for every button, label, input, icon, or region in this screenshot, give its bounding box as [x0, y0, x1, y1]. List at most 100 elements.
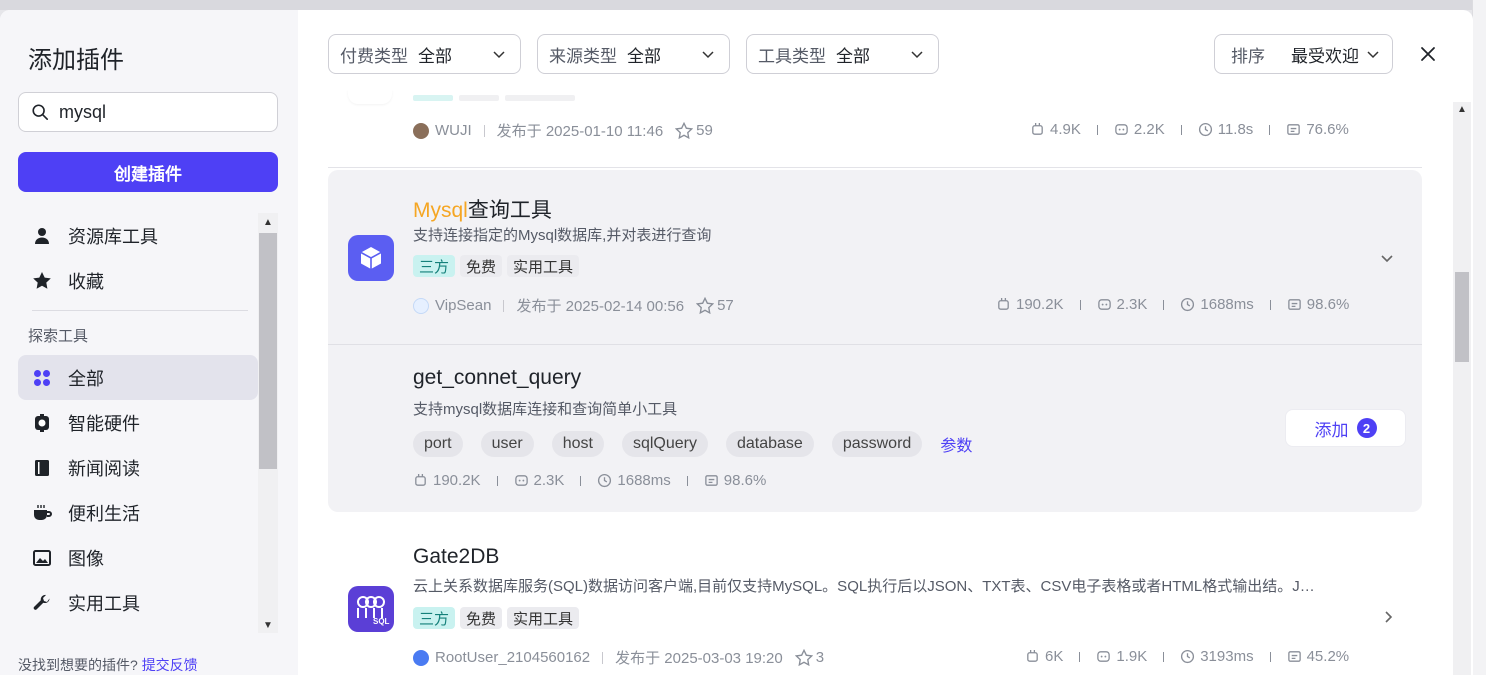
star-icon — [32, 271, 52, 291]
tag-row — [413, 95, 575, 101]
tool-stats: 190.2K 2.3K 1688ms 98.6% — [413, 472, 766, 489]
sidebar-item-label: 资源库工具 — [68, 226, 158, 247]
sidebar-item-label: 图像 — [68, 548, 104, 569]
sidebar-item-label: 智能硬件 — [68, 413, 140, 434]
sidebar-scrollbar[interactable]: ▲ ▼ — [258, 213, 278, 633]
tag-free: 免费 — [460, 607, 503, 629]
calls-stat: 6K — [1025, 648, 1063, 665]
filter-value: 全部 — [418, 46, 452, 66]
publish-date: 发布于 2025-03-03 19:20 — [615, 650, 783, 667]
author-name[interactable]: VipSean — [435, 297, 491, 314]
filter-tool-type[interactable]: 工具类型 全部 — [746, 34, 939, 74]
feedback-link[interactable]: 提交反馈 — [142, 657, 198, 673]
close-button[interactable] — [1416, 42, 1440, 66]
sort-select[interactable]: 排序 最受欢迎 — [1214, 34, 1393, 74]
clock-icon — [1198, 122, 1212, 137]
plugin-stats: 190.2K 2.3K 1688ms 98.6% — [996, 296, 1349, 313]
add-tool-button[interactable]: 添加 2 — [1285, 409, 1406, 447]
sidebar: 添加插件 创建插件 资源库工具 收藏 探索工具 全部 智能硬件 — [0, 10, 298, 675]
star-outline-icon — [696, 296, 715, 314]
chevron-down-icon — [1367, 51, 1379, 59]
expanded-plugin-group: Mysql查询工具 支持连接指定的Mysql数据库,并对表进行查询 三方 免费 实用… — [328, 170, 1422, 512]
category-list: 资源库工具 收藏 探索工具 全部 智能硬件 新闻阅读 便利生活 图像 实用工具 — [18, 213, 258, 633]
scroll-up-arrow[interactable]: ▲ — [263, 217, 273, 228]
avatar — [413, 297, 429, 314]
sidebar-item-all[interactable]: 全部 — [18, 355, 258, 400]
sidebar-item-favorites[interactable]: 收藏 — [18, 258, 258, 303]
plugin-card[interactable]: WUJI 发布于 2025-01-10 11:46 59 4.9K 2.2K 1… — [328, 90, 1422, 168]
divider — [32, 310, 248, 311]
close-icon — [1421, 47, 1435, 61]
clock-icon — [598, 473, 612, 488]
sidebar-item-label: 全部 — [68, 368, 104, 389]
clock-icon — [1181, 649, 1195, 664]
tag-category: 实用工具 — [507, 607, 580, 629]
param-list: port user host sqlQuery database passwor… — [413, 431, 972, 457]
tool-row: get_connet_query 支持mysql数据库连接和查询简单小工具 po… — [328, 346, 1422, 512]
param-chip: host — [551, 431, 604, 457]
plug-icon — [1027, 649, 1038, 662]
filter-label: 工具类型 — [758, 46, 826, 66]
tag-free: 免费 — [460, 255, 503, 277]
bots-stat: 2.2K — [1114, 121, 1165, 138]
plugin-card[interactable]: Mysql查询工具 支持连接指定的Mysql数据库,并对表进行查询 三方 免费 实用… — [328, 170, 1422, 345]
chevron-down-icon[interactable] — [1379, 250, 1395, 266]
main-panel: 付费类型 全部 来源类型 全部 工具类型 全部 排序 最受欢迎 WUJI 发布于… — [298, 10, 1473, 675]
filter-pay-type[interactable]: 付费类型 全部 — [328, 34, 521, 74]
section-label: 探索工具 — [28, 328, 89, 345]
success-rate-stat: 76.6% — [1286, 121, 1349, 138]
plug-icon — [1032, 122, 1043, 135]
publish-date: 发布于 2025-02-14 00:56 — [516, 298, 685, 315]
filter-value: 全部 — [836, 46, 870, 66]
background-app-edge — [1472, 0, 1486, 675]
tool-name: get_connet_query — [413, 366, 582, 389]
clock-icon — [1181, 297, 1195, 312]
message-icon — [705, 475, 718, 486]
plugin-meta: VipSean 发布于 2025-02-14 00:56 57 — [413, 295, 734, 316]
sort-value: 最受欢迎 — [1291, 46, 1359, 66]
sidebar-item-library-tools[interactable]: 资源库工具 — [18, 213, 258, 258]
scroll-down-arrow[interactable]: ▼ — [263, 620, 273, 631]
scrollbar-thumb[interactable] — [259, 233, 277, 469]
success-rate-stat: 98.6% — [1287, 296, 1349, 313]
scrollbar-thumb[interactable] — [1455, 272, 1469, 362]
filter-label: 付费类型 — [340, 46, 408, 66]
sidebar-item-news[interactable]: 新闻阅读 — [18, 445, 258, 490]
chevron-right-icon[interactable] — [1380, 609, 1396, 625]
publish-date: 发布于 2025-01-10 11:46 — [496, 123, 664, 140]
plugin-card[interactable]: SQL Gate2DB 云上关系数据库服务(SQL)数据访问客户端,目前仅支持M… — [328, 520, 1422, 675]
author-name[interactable]: RootUser_2104560162 — [435, 649, 590, 666]
plugin-name[interactable]: Mysql查询工具 — [413, 194, 552, 224]
star-count: 3 — [815, 649, 825, 666]
user-icon — [32, 226, 52, 246]
sidebar-item-label: 实用工具 — [68, 593, 140, 614]
filter-source-type[interactable]: 来源类型 全部 — [537, 34, 730, 74]
filter-label: 来源类型 — [549, 46, 617, 66]
message-icon — [1288, 299, 1301, 310]
params-link[interactable]: 参数 — [940, 432, 972, 456]
search-box[interactable] — [18, 92, 278, 132]
sidebar-item-life[interactable]: 便利生活 — [18, 490, 258, 535]
bot-icon — [1115, 124, 1128, 135]
main-scrollbar[interactable]: ▲ — [1453, 102, 1471, 675]
footer-text: 没找到想要的插件? — [18, 657, 138, 673]
star-outline-icon — [794, 648, 813, 666]
bots-stat: 1.9K — [1096, 648, 1147, 665]
plugin-meta: WUJI 发布于 2025-01-10 11:46 59 — [413, 120, 713, 141]
param-chip: port — [413, 431, 463, 457]
search-input[interactable] — [59, 101, 259, 123]
plugin-name[interactable]: Gate2DB — [413, 545, 499, 569]
scroll-up-arrow[interactable]: ▲ — [1457, 104, 1467, 115]
create-plugin-button[interactable]: 创建插件 — [18, 152, 278, 192]
author-name[interactable]: WUJI — [435, 122, 472, 139]
tag-row: 三方 免费 实用工具 — [413, 607, 584, 629]
background-app-strip — [0, 0, 1486, 10]
add-plugin-modal: 添加插件 创建插件 资源库工具 收藏 探索工具 全部 智能硬件 — [0, 10, 1473, 675]
sidebar-item-image[interactable]: 图像 — [18, 535, 258, 580]
sidebar-item-smart-hardware[interactable]: 智能硬件 — [18, 400, 258, 445]
search-icon — [32, 104, 49, 121]
star-count: 57 — [717, 297, 734, 314]
chevron-down-icon — [493, 51, 505, 59]
sidebar-item-utility[interactable]: 实用工具 — [18, 580, 258, 625]
bot-icon — [514, 475, 528, 486]
